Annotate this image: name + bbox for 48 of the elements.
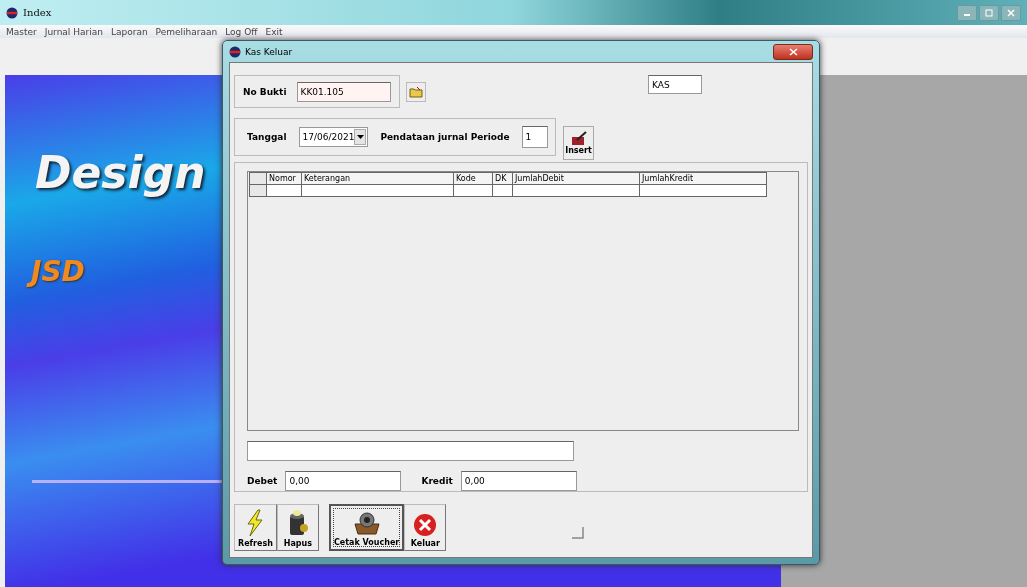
label: Pendataan jurnal Periode <box>380 132 510 142</box>
input-field[interactable]: KAS <box>648 75 702 94</box>
pencil-box-icon <box>570 131 587 145</box>
column-header: Keterangan <box>301 172 454 185</box>
menu-item[interactable]: Log Off <box>225 26 258 37</box>
app-logo-icon <box>6 6 18 19</box>
close-circle-icon <box>413 513 438 537</box>
minimize-button[interactable] <box>957 4 977 21</box>
printer-icon <box>352 510 381 536</box>
toolbar-button[interactable]: Refresh <box>234 504 277 551</box>
toolbar-button[interactable]: Hapus <box>276 504 319 551</box>
label: Debet <box>247 476 278 486</box>
input-field[interactable] <box>247 441 574 461</box>
banner-subtitle: JSD <box>27 255 93 292</box>
input-field[interactable]: 0,00 <box>285 471 402 491</box>
column-header: JumlahDebit <box>512 172 640 185</box>
menu-item[interactable]: Jurnal Harian <box>44 26 103 37</box>
label: No Bukti <box>243 86 287 97</box>
close-button[interactable] <box>773 43 813 60</box>
column-header: DK <box>492 172 513 185</box>
date-picker[interactable]: 17/06/2021 <box>298 127 369 147</box>
lightning-icon <box>245 509 266 537</box>
open-button[interactable] <box>406 81 426 102</box>
insert-button[interactable]: Insert <box>563 126 594 160</box>
column-header: Nomor <box>266 172 302 185</box>
label: Kredit <box>421 476 453 486</box>
column-header: Kode <box>453 172 493 185</box>
resize-grip-icon <box>572 527 585 539</box>
dropdown-arrow-icon <box>356 135 364 139</box>
close-icon <box>1007 8 1015 17</box>
menu-item[interactable]: Laporan <box>110 26 148 37</box>
column-header: JumlahKredit <box>639 172 767 185</box>
window-title: Index <box>23 7 52 18</box>
label: Tanggal <box>247 132 287 142</box>
input-field[interactable]: 0,00 <box>460 471 577 491</box>
toolbar-button[interactable]: Cetak Voucher <box>328 504 405 551</box>
app-logo-icon <box>229 45 241 58</box>
close-icon <box>788 47 798 56</box>
input-field[interactable]: KK01.105 <box>296 81 391 102</box>
banner-title: Design <box>35 147 207 200</box>
maximize-icon <box>985 8 993 17</box>
maximize-button[interactable] <box>979 4 999 21</box>
dialog-title: Kas Keluar <box>245 46 293 57</box>
menu-item[interactable]: Master <box>6 26 37 37</box>
input-field[interactable]: 1 <box>521 126 548 148</box>
toolbar-button[interactable]: Keluar <box>404 504 447 551</box>
menu-item[interactable]: Exit <box>265 26 283 37</box>
menu-item[interactable]: Pemeliharaan <box>155 26 218 37</box>
